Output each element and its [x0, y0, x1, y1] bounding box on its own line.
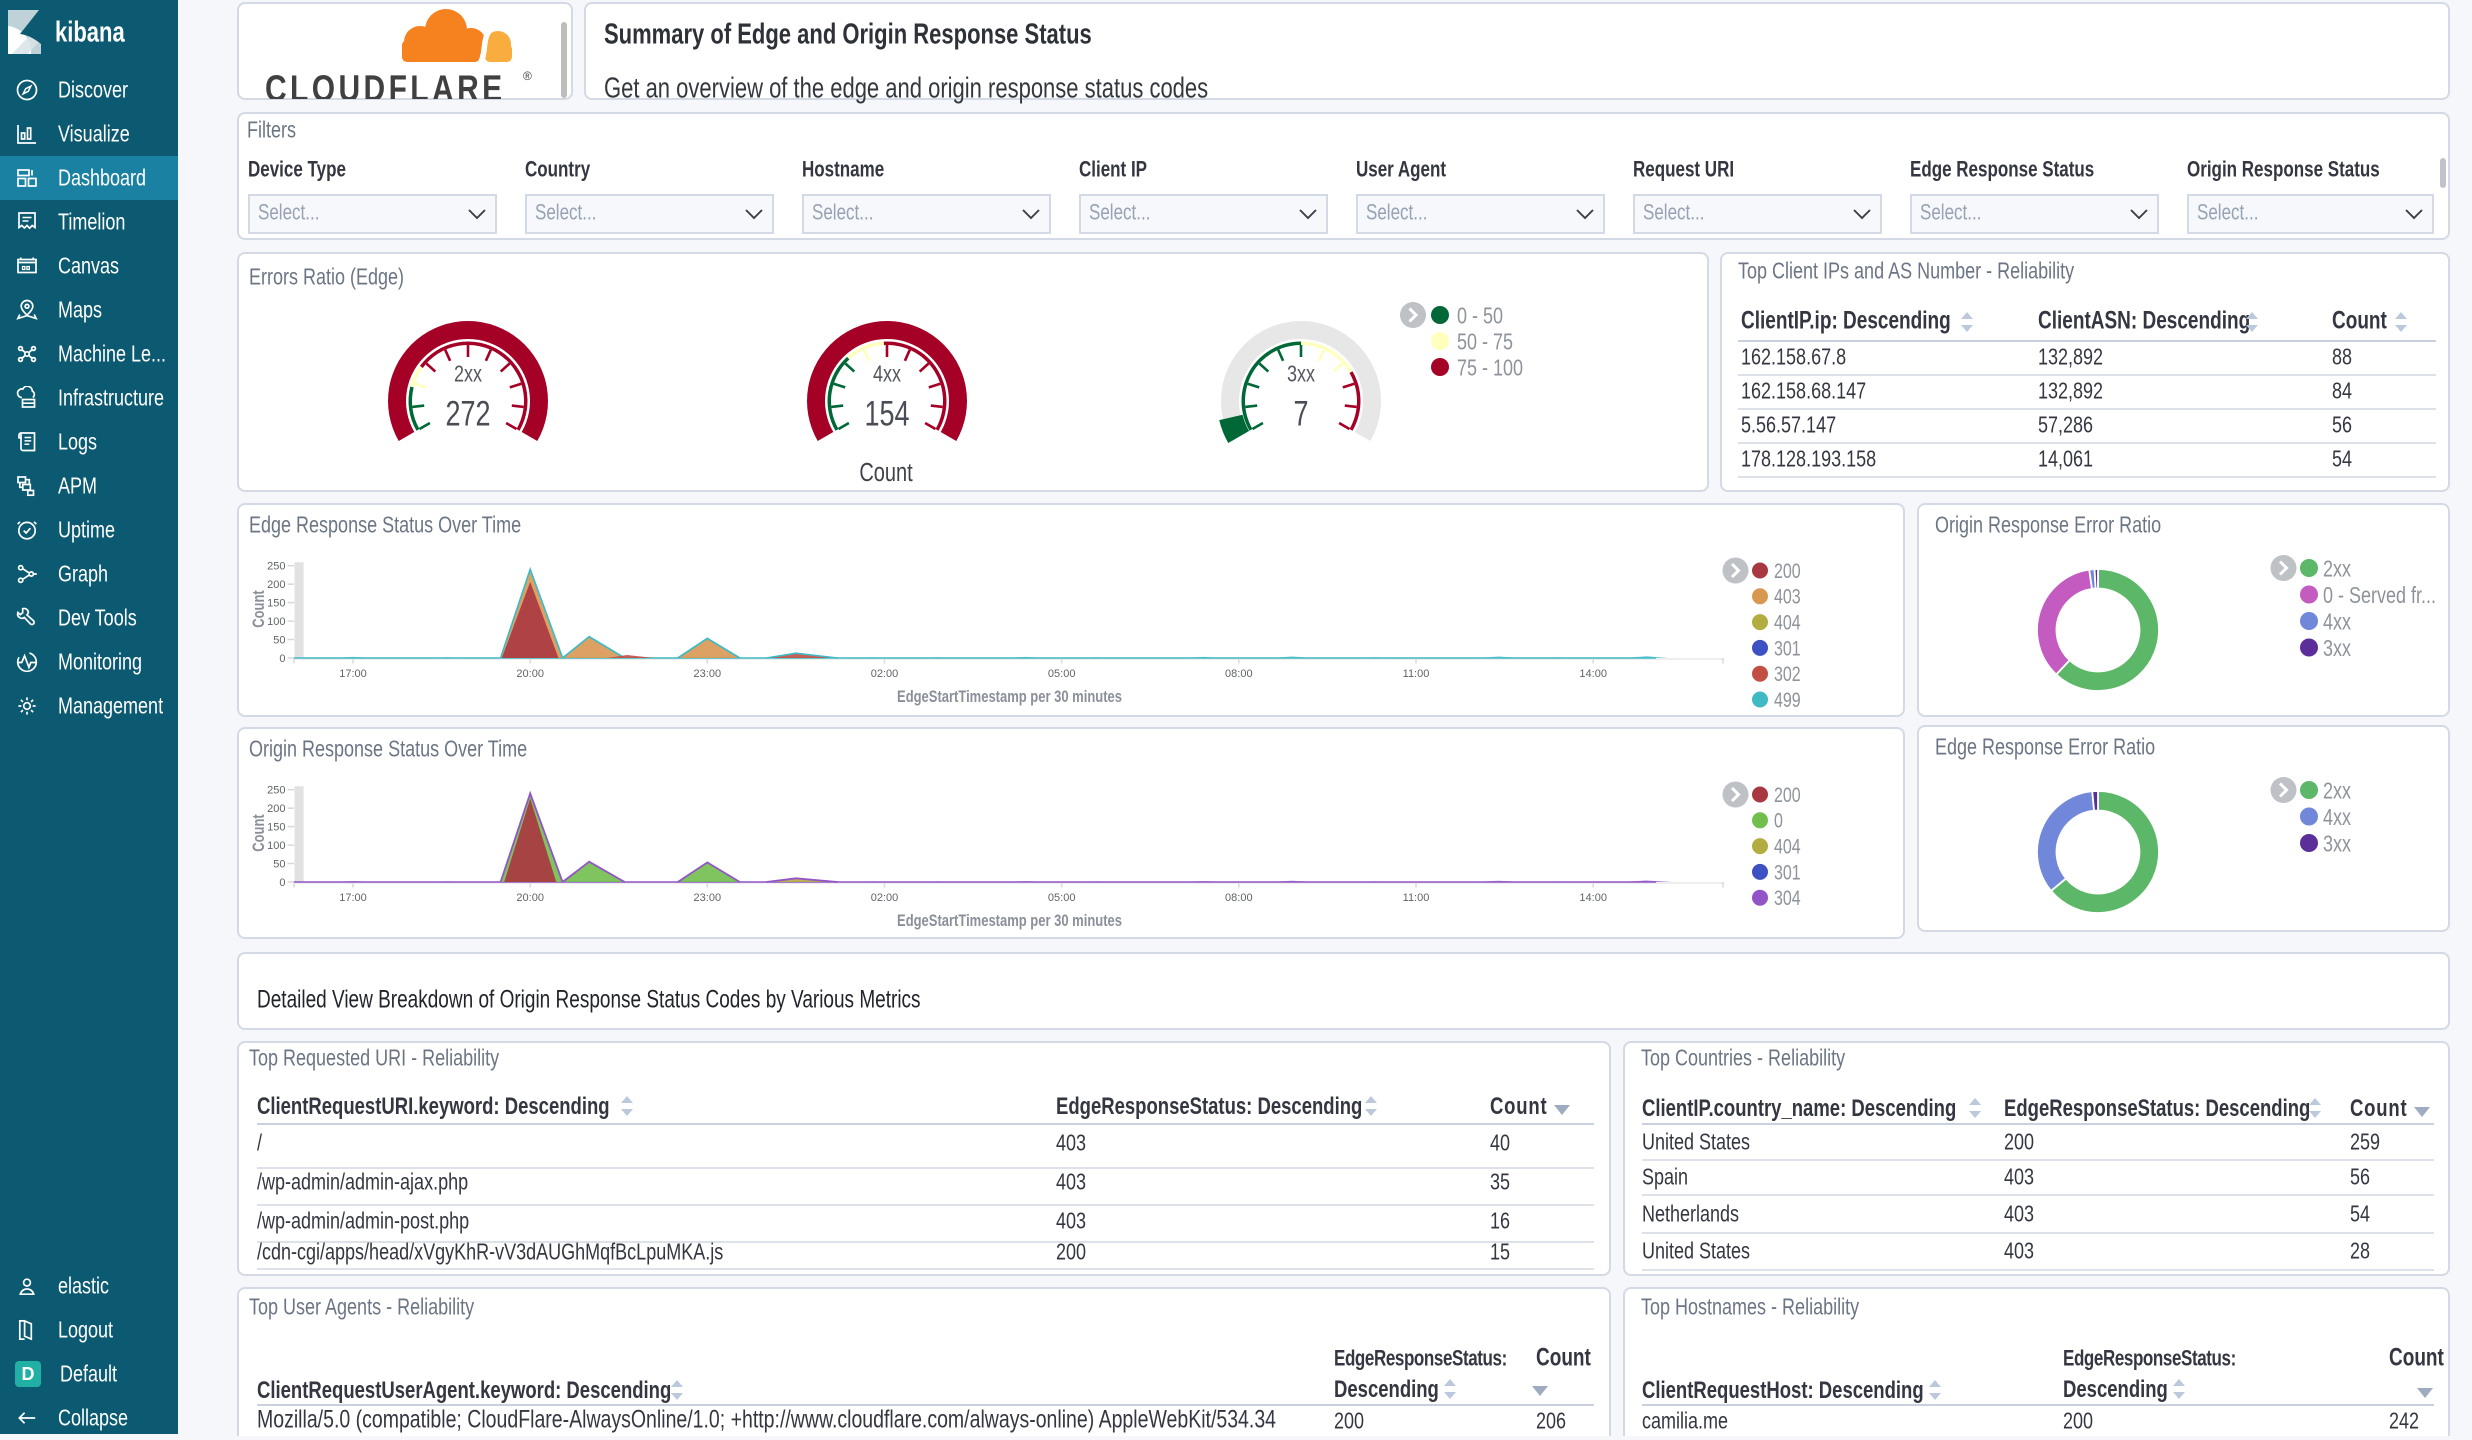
svg-text:3xx: 3xx	[2323, 636, 2351, 662]
svg-text:301: 301	[1774, 636, 1801, 660]
svg-text:4xx: 4xx	[2323, 805, 2351, 831]
svg-text:250: 250	[267, 785, 285, 797]
svg-text:200: 200	[1774, 559, 1801, 583]
svg-text:0: 0	[279, 877, 285, 889]
svg-text:150: 150	[267, 598, 285, 610]
svg-text:17:00: 17:00	[339, 668, 367, 680]
svg-text:7: 7	[1293, 394, 1308, 433]
svg-text:150: 150	[267, 822, 285, 834]
svg-text:Count: Count	[249, 814, 268, 852]
svg-text:404: 404	[1774, 834, 1801, 858]
svg-text:02:00: 02:00	[871, 668, 899, 680]
svg-text:Count: Count	[859, 458, 913, 487]
svg-text:404: 404	[1774, 610, 1801, 634]
svg-text:20:00: 20:00	[516, 668, 544, 680]
svg-text:100: 100	[267, 616, 285, 628]
svg-text:0: 0	[279, 653, 285, 665]
svg-text:304: 304	[1774, 886, 1801, 910]
svg-text:3xx: 3xx	[1287, 361, 1315, 387]
svg-text:2xx: 2xx	[2323, 556, 2351, 582]
svg-text:302: 302	[1774, 662, 1801, 686]
svg-text:50: 50	[273, 858, 285, 870]
svg-text:23:00: 23:00	[694, 892, 722, 904]
svg-text:250: 250	[267, 561, 285, 573]
svg-text:05:00: 05:00	[1048, 892, 1076, 904]
svg-text:75 - 100: 75 - 100	[1457, 355, 1523, 381]
svg-text:23:00: 23:00	[694, 668, 722, 680]
svg-text:02:00: 02:00	[871, 892, 899, 904]
svg-text:403: 403	[1774, 585, 1801, 609]
svg-text:499: 499	[1774, 688, 1801, 712]
svg-text:272: 272	[445, 394, 490, 433]
svg-text:100: 100	[267, 840, 285, 852]
svg-text:0 - Served fr...: 0 - Served fr...	[2323, 583, 2436, 609]
svg-text:EdgeStartTimestamp per 30 minu: EdgeStartTimestamp per 30 minutes	[897, 911, 1122, 930]
svg-text:05:00: 05:00	[1048, 668, 1076, 680]
svg-text:50 - 75: 50 - 75	[1457, 329, 1513, 355]
svg-text:08:00: 08:00	[1225, 668, 1253, 680]
svg-text:50: 50	[273, 634, 285, 646]
svg-text:2xx: 2xx	[454, 361, 482, 387]
svg-text:EdgeStartTimestamp per 30 minu: EdgeStartTimestamp per 30 minutes	[897, 687, 1122, 706]
svg-text:154: 154	[864, 394, 909, 433]
svg-text:0: 0	[1774, 809, 1783, 833]
svg-text:200: 200	[267, 579, 285, 591]
svg-text:2xx: 2xx	[2323, 778, 2351, 804]
svg-text:200: 200	[267, 803, 285, 815]
svg-text:11:00: 11:00	[1403, 668, 1430, 680]
svg-text:4xx: 4xx	[873, 361, 901, 387]
svg-text:Count: Count	[249, 590, 268, 628]
svg-text:4xx: 4xx	[2323, 609, 2351, 635]
svg-text:3xx: 3xx	[2323, 831, 2351, 857]
svg-text:CLOUDFLARE: CLOUDFLARE	[265, 68, 506, 99]
svg-text:14:00: 14:00	[1579, 668, 1607, 680]
svg-text:17:00: 17:00	[339, 892, 367, 904]
svg-text:®: ®	[523, 69, 532, 83]
svg-text:0 - 50: 0 - 50	[1457, 303, 1503, 329]
svg-text:14:00: 14:00	[1579, 892, 1607, 904]
svg-text:200: 200	[1774, 783, 1801, 807]
svg-text:301: 301	[1774, 860, 1801, 884]
svg-text:08:00: 08:00	[1225, 892, 1253, 904]
svg-text:20:00: 20:00	[516, 892, 544, 904]
svg-text:11:00: 11:00	[1403, 892, 1430, 904]
